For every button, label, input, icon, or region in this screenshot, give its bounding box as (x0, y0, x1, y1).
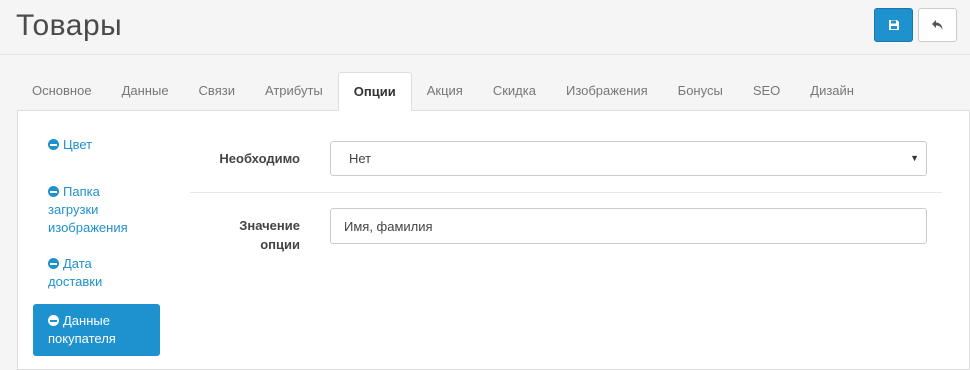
save-button[interactable] (874, 8, 913, 42)
tab-bar: Основное Данные Связи Атрибуты Опции Акц… (17, 72, 869, 111)
minus-circle-icon[interactable] (48, 186, 59, 197)
minus-circle-icon[interactable] (48, 315, 59, 326)
tab-seo[interactable]: SEO (738, 72, 795, 110)
required-select-value: Нет (349, 151, 372, 166)
tab-images[interactable]: Изображения (551, 72, 663, 110)
back-button[interactable] (918, 8, 957, 42)
tab-attributes[interactable]: Атрибуты (250, 72, 338, 110)
reply-icon (931, 20, 942, 30)
tab-design[interactable]: Дизайн (795, 72, 869, 110)
tab-data[interactable]: Данные (107, 72, 184, 110)
tab-discount[interactable]: Скидка (478, 72, 551, 110)
option-label: Цвет (63, 137, 93, 152)
option-item-image-folder[interactable]: Папка загрузки изображения (33, 175, 160, 245)
chevron-down-icon: ▼ (910, 153, 919, 163)
save-icon (888, 20, 899, 30)
option-label: Папка загрузки изображения (48, 184, 128, 235)
tab-special[interactable]: Акция (412, 72, 478, 110)
minus-circle-icon[interactable] (48, 139, 59, 150)
option-value-input[interactable] (330, 208, 927, 244)
form-row-divider (190, 192, 942, 193)
header-divider (0, 54, 970, 55)
option-value-label: Значение опции (239, 218, 300, 252)
option-item-color[interactable]: Цвет (33, 128, 160, 162)
option-item-delivery-date[interactable]: Дата доставки (33, 247, 160, 299)
tab-options[interactable]: Опции (337, 72, 412, 111)
required-label: Необходимо (219, 151, 300, 166)
tab-reward[interactable]: Бонусы (663, 72, 738, 110)
tab-general[interactable]: Основное (17, 72, 107, 110)
option-item-customer-data[interactable]: Данные покупателя (33, 304, 160, 356)
required-select[interactable]: Нет ▼ (330, 141, 927, 176)
minus-circle-icon[interactable] (48, 258, 59, 269)
page-title: Товары (16, 9, 123, 42)
option-list: Цвет Папка загрузки изображения Дата дос… (33, 128, 160, 356)
tab-links[interactable]: Связи (184, 72, 250, 110)
